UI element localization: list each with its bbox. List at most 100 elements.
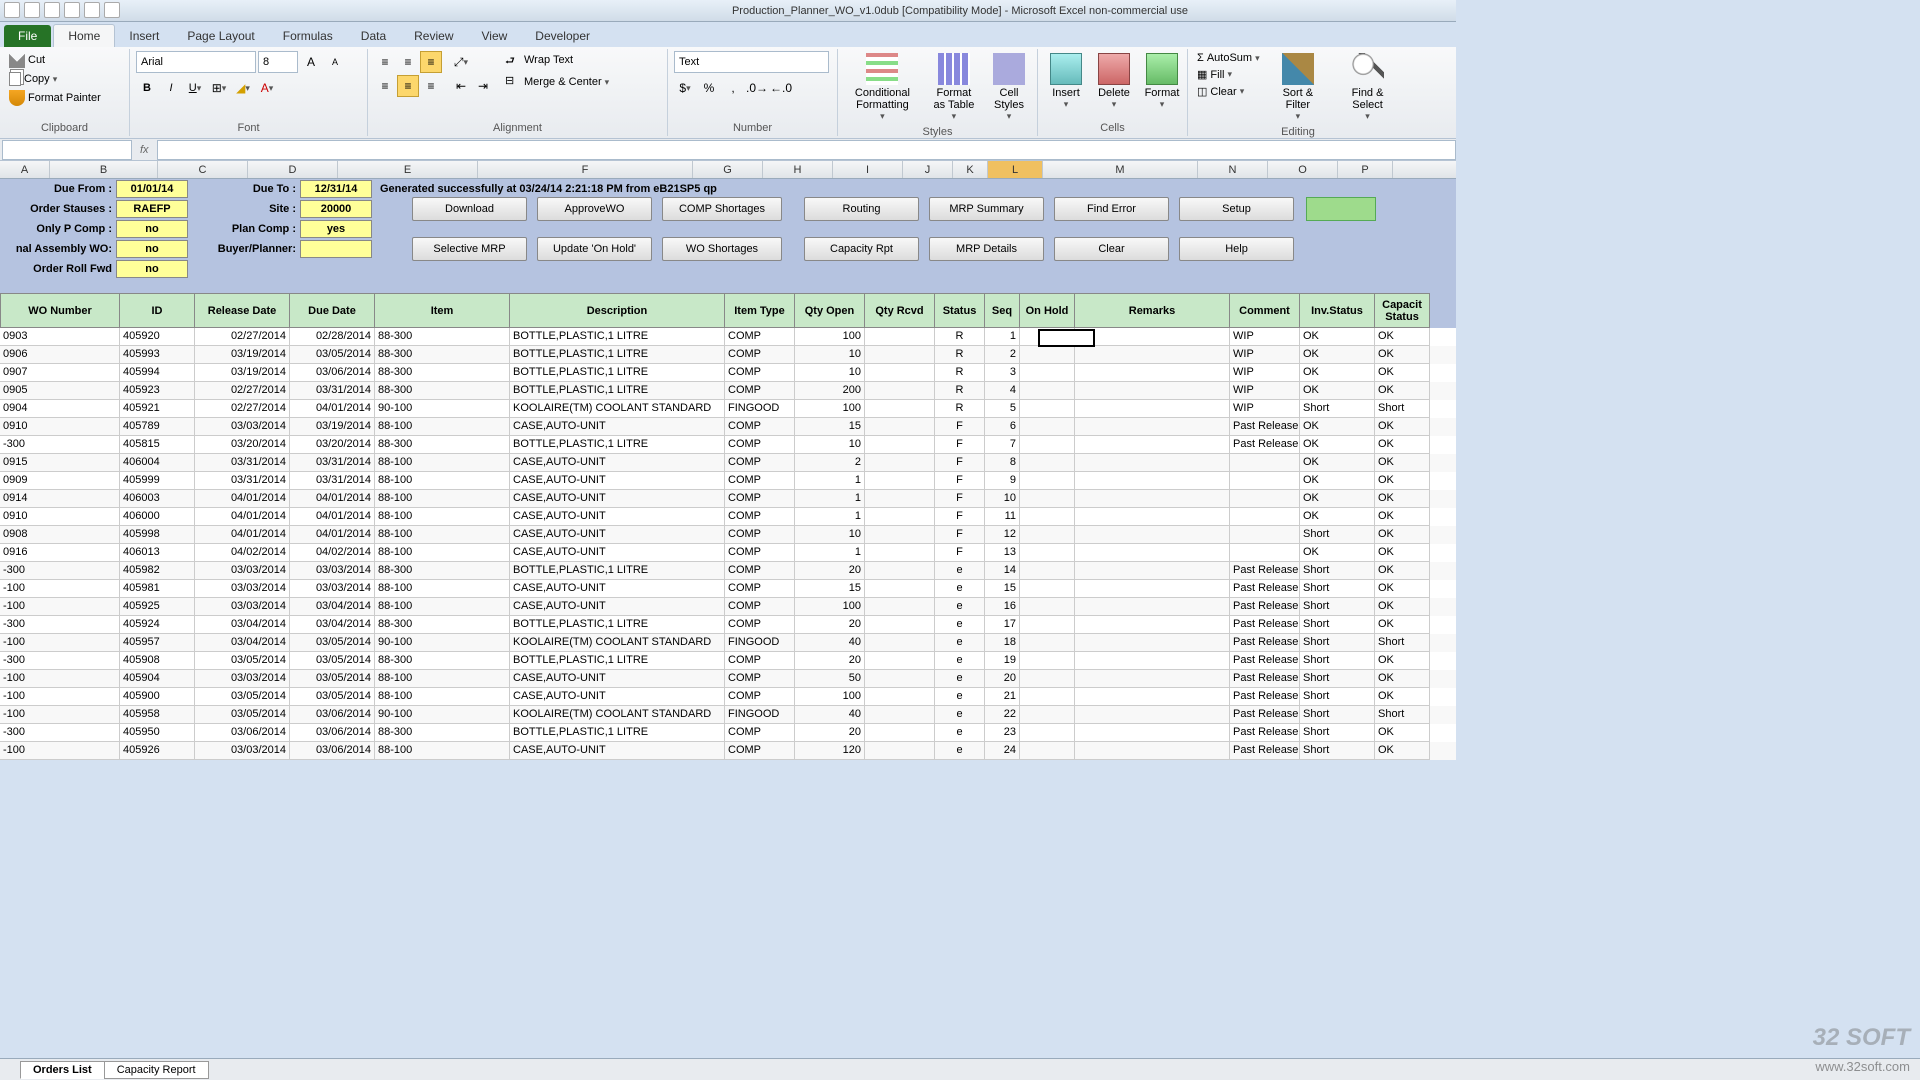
table-cell[interactable]: F — [935, 454, 985, 472]
table-cell[interactable]: 406000 — [120, 508, 195, 526]
table-cell[interactable]: R — [935, 328, 985, 346]
table-cell[interactable]: R — [935, 382, 985, 400]
table-cell[interactable]: 100 — [795, 328, 865, 346]
table-cell[interactable]: 03/05/2014 — [195, 652, 290, 670]
table-cell[interactable] — [1020, 652, 1075, 670]
table-cell[interactable]: 17 — [985, 616, 1020, 634]
table-cell[interactable]: -300 — [0, 436, 120, 454]
table-cell[interactable]: CASE,AUTO-UNIT — [510, 544, 725, 562]
table-cell[interactable] — [1075, 472, 1230, 490]
table-cell[interactable]: 10 — [795, 526, 865, 544]
font-size-select[interactable] — [258, 51, 298, 73]
table-cell[interactable]: 0903 — [0, 328, 120, 346]
table-column-header[interactable]: ID — [120, 293, 195, 328]
table-cell[interactable]: BOTTLE,PLASTIC,1 LITRE — [510, 616, 725, 634]
table-cell[interactable]: 03/05/2014 — [195, 688, 290, 706]
order-roll-fwd-cell[interactable]: no — [116, 260, 188, 278]
table-cell[interactable]: 88-100 — [375, 580, 510, 598]
table-cell[interactable]: OK — [1375, 472, 1430, 490]
column-header[interactable]: P — [1338, 161, 1393, 178]
table-cell[interactable]: CASE,AUTO-UNIT — [510, 670, 725, 688]
table-cell[interactable]: 12 — [985, 526, 1020, 544]
table-column-header[interactable]: Seq — [985, 293, 1020, 328]
table-cell[interactable]: 0914 — [0, 490, 120, 508]
table-cell[interactable] — [1075, 598, 1230, 616]
table-cell[interactable]: 03/19/2014 — [195, 346, 290, 364]
column-header[interactable]: I — [833, 161, 903, 178]
table-cell[interactable]: e — [935, 634, 985, 652]
table-cell[interactable] — [865, 562, 935, 580]
table-cell[interactable]: OK — [1300, 346, 1375, 364]
final-assembly-cell[interactable]: no — [116, 240, 188, 258]
table-cell[interactable]: FINGOOD — [725, 634, 795, 652]
table-cell[interactable] — [1020, 616, 1075, 634]
table-cell[interactable]: 405958 — [120, 706, 195, 724]
fill-button[interactable]: ▦ Fill — [1194, 67, 1263, 82]
table-cell[interactable] — [1020, 598, 1075, 616]
table-cell[interactable]: OK — [1300, 544, 1375, 562]
table-cell[interactable] — [1020, 544, 1075, 562]
table-cell[interactable]: F — [935, 472, 985, 490]
table-cell[interactable] — [1075, 580, 1230, 598]
table-row[interactable]: -10040598103/03/201403/03/201488-100CASE… — [0, 580, 1456, 598]
table-cell[interactable]: Short — [1300, 670, 1375, 688]
table-cell[interactable] — [1075, 508, 1230, 526]
table-cell[interactable] — [1020, 472, 1075, 490]
table-cell[interactable]: 405950 — [120, 724, 195, 742]
table-cell[interactable] — [1075, 328, 1230, 346]
table-cell[interactable]: 03/03/2014 — [195, 562, 290, 580]
table-cell[interactable] — [1230, 508, 1300, 526]
table-row[interactable]: 091040600004/01/201404/01/201488-100CASE… — [0, 508, 1456, 526]
setup-button[interactable]: Setup — [1179, 197, 1294, 221]
column-header[interactable]: N — [1198, 161, 1268, 178]
wrap-text-button[interactable]: ⮐Wrap Text — [502, 51, 612, 69]
column-header[interactable]: C — [158, 161, 248, 178]
table-cell[interactable]: WIP — [1230, 400, 1300, 418]
table-cell[interactable] — [1075, 742, 1230, 760]
table-cell[interactable]: 04/01/2014 — [290, 508, 375, 526]
table-row[interactable]: 090740599403/19/201403/06/201488-300BOTT… — [0, 364, 1456, 382]
table-cell[interactable]: 03/05/2014 — [195, 706, 290, 724]
table-cell[interactable]: OK — [1375, 490, 1430, 508]
table-cell[interactable]: CASE,AUTO-UNIT — [510, 688, 725, 706]
table-row[interactable]: 090840599804/01/201404/01/201488-100CASE… — [0, 526, 1456, 544]
table-cell[interactable]: 120 — [795, 742, 865, 760]
table-cell[interactable]: 15 — [985, 580, 1020, 598]
align-right-icon[interactable]: ≡ — [420, 75, 442, 97]
table-cell[interactable]: 03/05/2014 — [290, 688, 375, 706]
table-cell[interactable]: 04/02/2014 — [290, 544, 375, 562]
table-cell[interactable]: 2 — [795, 454, 865, 472]
table-cell[interactable]: OK — [1300, 508, 1375, 526]
table-cell[interactable]: 0906 — [0, 346, 120, 364]
column-header[interactable]: F — [478, 161, 693, 178]
table-cell[interactable]: F — [935, 508, 985, 526]
name-box[interactable] — [2, 140, 132, 160]
table-cell[interactable]: 03/31/2014 — [290, 454, 375, 472]
table-cell[interactable]: 0910 — [0, 508, 120, 526]
table-cell[interactable] — [1020, 580, 1075, 598]
table-cell[interactable] — [1020, 670, 1075, 688]
table-cell[interactable]: 03/04/2014 — [195, 634, 290, 652]
table-cell[interactable]: F — [935, 490, 985, 508]
table-cell[interactable] — [1075, 382, 1230, 400]
selective-mrp-button[interactable]: Selective MRP — [412, 237, 527, 261]
font-color-button[interactable]: A — [256, 77, 278, 99]
table-cell[interactable]: 88-100 — [375, 508, 510, 526]
autosum-button[interactable]: Σ AutoSum — [1194, 51, 1263, 65]
table-cell[interactable]: 03/31/2014 — [195, 472, 290, 490]
table-cell[interactable]: 90-100 — [375, 634, 510, 652]
table-cell[interactable]: 1 — [795, 508, 865, 526]
table-cell[interactable] — [865, 490, 935, 508]
table-cell[interactable]: Short — [1300, 616, 1375, 634]
table-cell[interactable]: Past Release — [1230, 598, 1300, 616]
table-cell[interactable]: 405998 — [120, 526, 195, 544]
table-cell[interactable]: 88-300 — [375, 436, 510, 454]
table-cell[interactable]: 03/03/2014 — [195, 670, 290, 688]
table-cell[interactable] — [1075, 562, 1230, 580]
table-cell[interactable]: KOOLAIRE(TM) COOLANT STANDARD — [510, 400, 725, 418]
table-cell[interactable]: OK — [1375, 526, 1430, 544]
table-cell[interactable] — [1020, 418, 1075, 436]
table-cell[interactable]: 405925 — [120, 598, 195, 616]
table-cell[interactable]: COMP — [725, 562, 795, 580]
routing-button[interactable]: Routing — [804, 197, 919, 221]
